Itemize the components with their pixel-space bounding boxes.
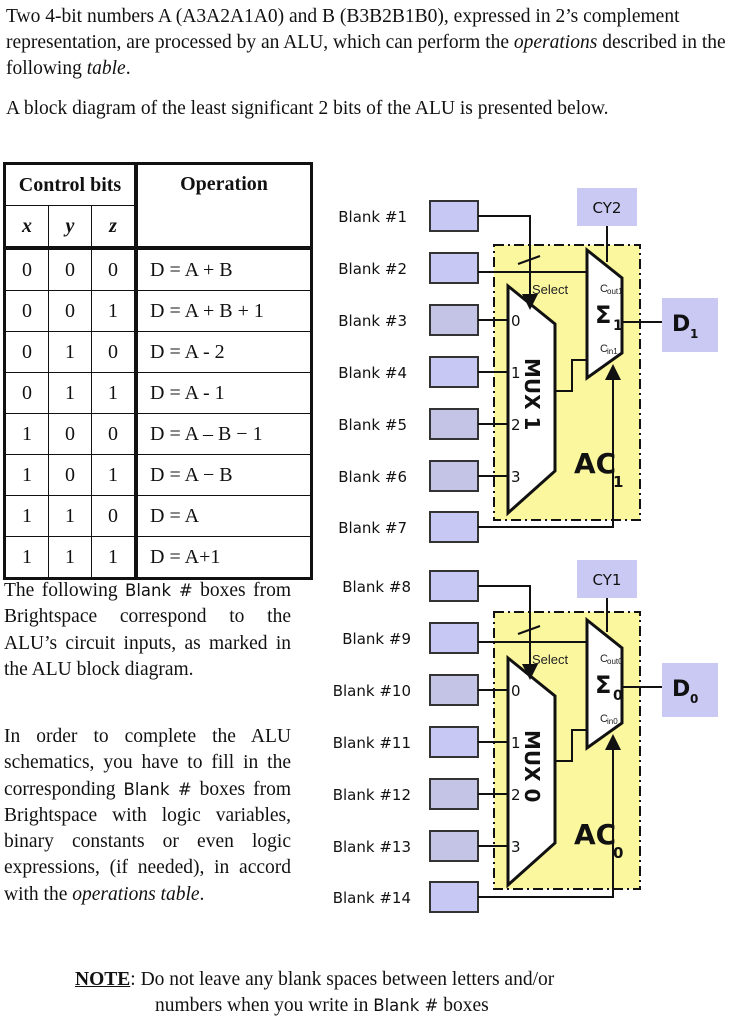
blank-box-12[interactable] <box>429 778 479 810</box>
blank-box-13[interactable] <box>429 830 479 862</box>
cin-subscript: in1 <box>607 347 618 356</box>
mux-port-label: 2 <box>511 786 521 804</box>
blank-box-10[interactable] <box>429 674 479 706</box>
output-subscript: 1 <box>690 327 698 341</box>
output-subscript: 0 <box>690 692 698 706</box>
blank-label-9: Blank #9 <box>342 630 411 648</box>
ac-subscript: 0 <box>613 844 623 862</box>
alu-block-diagram: Blank #1 Blank #2 Blank #3 Blank #4 Blank #5… <box>333 188 718 913</box>
mux-port-label: 2 <box>511 416 521 434</box>
select-label: Select <box>532 282 569 297</box>
blank-label-3: Blank #3 <box>338 312 407 330</box>
stages-layer: Blank #1 Blank #2 Blank #3 Blank #4 Blank #5… <box>333 188 718 913</box>
output-label: D <box>672 312 690 337</box>
blank-label-2: Blank #2 <box>338 260 407 278</box>
blank-box-5[interactable] <box>429 408 479 440</box>
sigma-subscript: 0 <box>613 688 623 704</box>
blank-label-11: Blank #11 <box>333 734 411 752</box>
cout-subscript: out1 <box>607 287 623 296</box>
blank-label-12: Blank #12 <box>333 786 411 804</box>
blank-label-14: Blank #14 <box>333 889 411 907</box>
blank-label-4: Blank #4 <box>338 364 407 382</box>
sigma-symbol: Σ <box>595 301 611 329</box>
carry-out-label: CY2 <box>593 199 622 217</box>
mux-port-label: 0 <box>511 682 521 700</box>
output-label: D <box>672 677 690 702</box>
alu-stage-1: Blank #1 Blank #2 Blank #3 Blank #4 Blank #5… <box>338 188 718 543</box>
blank-box-4[interactable] <box>429 356 479 388</box>
blank-label-1: Blank #1 <box>338 208 407 226</box>
blank-label-7: Blank #7 <box>338 519 407 537</box>
cout-subscript: out0 <box>607 657 623 666</box>
blank-label-8: Blank #8 <box>342 578 411 596</box>
mux-label: MUX 1 <box>520 358 544 430</box>
blank-box-14[interactable] <box>429 881 479 913</box>
mux-port-label: 1 <box>511 364 521 382</box>
blank-box-6[interactable] <box>429 460 479 492</box>
blank-box-11[interactable] <box>429 726 479 758</box>
mux-port-label: 3 <box>511 838 521 856</box>
blank-box-3[interactable] <box>429 304 479 336</box>
select-label: Select <box>532 652 569 667</box>
sigma-subscript: 1 <box>613 318 623 334</box>
cin-subscript: in0 <box>607 717 618 726</box>
blank-label-13: Blank #13 <box>333 838 411 856</box>
mux-port-label: 1 <box>511 734 521 752</box>
mux-port-label: 3 <box>511 468 521 486</box>
blank-box-2[interactable] <box>429 252 479 284</box>
blank-label-5: Blank #5 <box>338 416 407 434</box>
blank-box-9[interactable] <box>429 622 479 654</box>
carry-out-label: CY1 <box>593 571 622 589</box>
ac-label: AC <box>574 818 616 851</box>
blank-box-8[interactable] <box>429 570 479 602</box>
blank-box-7[interactable] <box>429 511 479 543</box>
ac-label: AC <box>574 447 616 480</box>
blank-label-10: Blank #10 <box>333 682 411 700</box>
blank-label-6: Blank #6 <box>338 468 407 486</box>
blank-box-1[interactable] <box>429 200 479 232</box>
alu-stage-0: Blank #8 Blank #9 Blank #10 Blank #11 Blank … <box>333 560 718 913</box>
ac-subscript: 1 <box>613 473 623 491</box>
mux-label: MUX 0 <box>520 730 544 802</box>
sigma-symbol: Σ <box>595 671 611 699</box>
mux-port-label: 0 <box>511 312 521 330</box>
